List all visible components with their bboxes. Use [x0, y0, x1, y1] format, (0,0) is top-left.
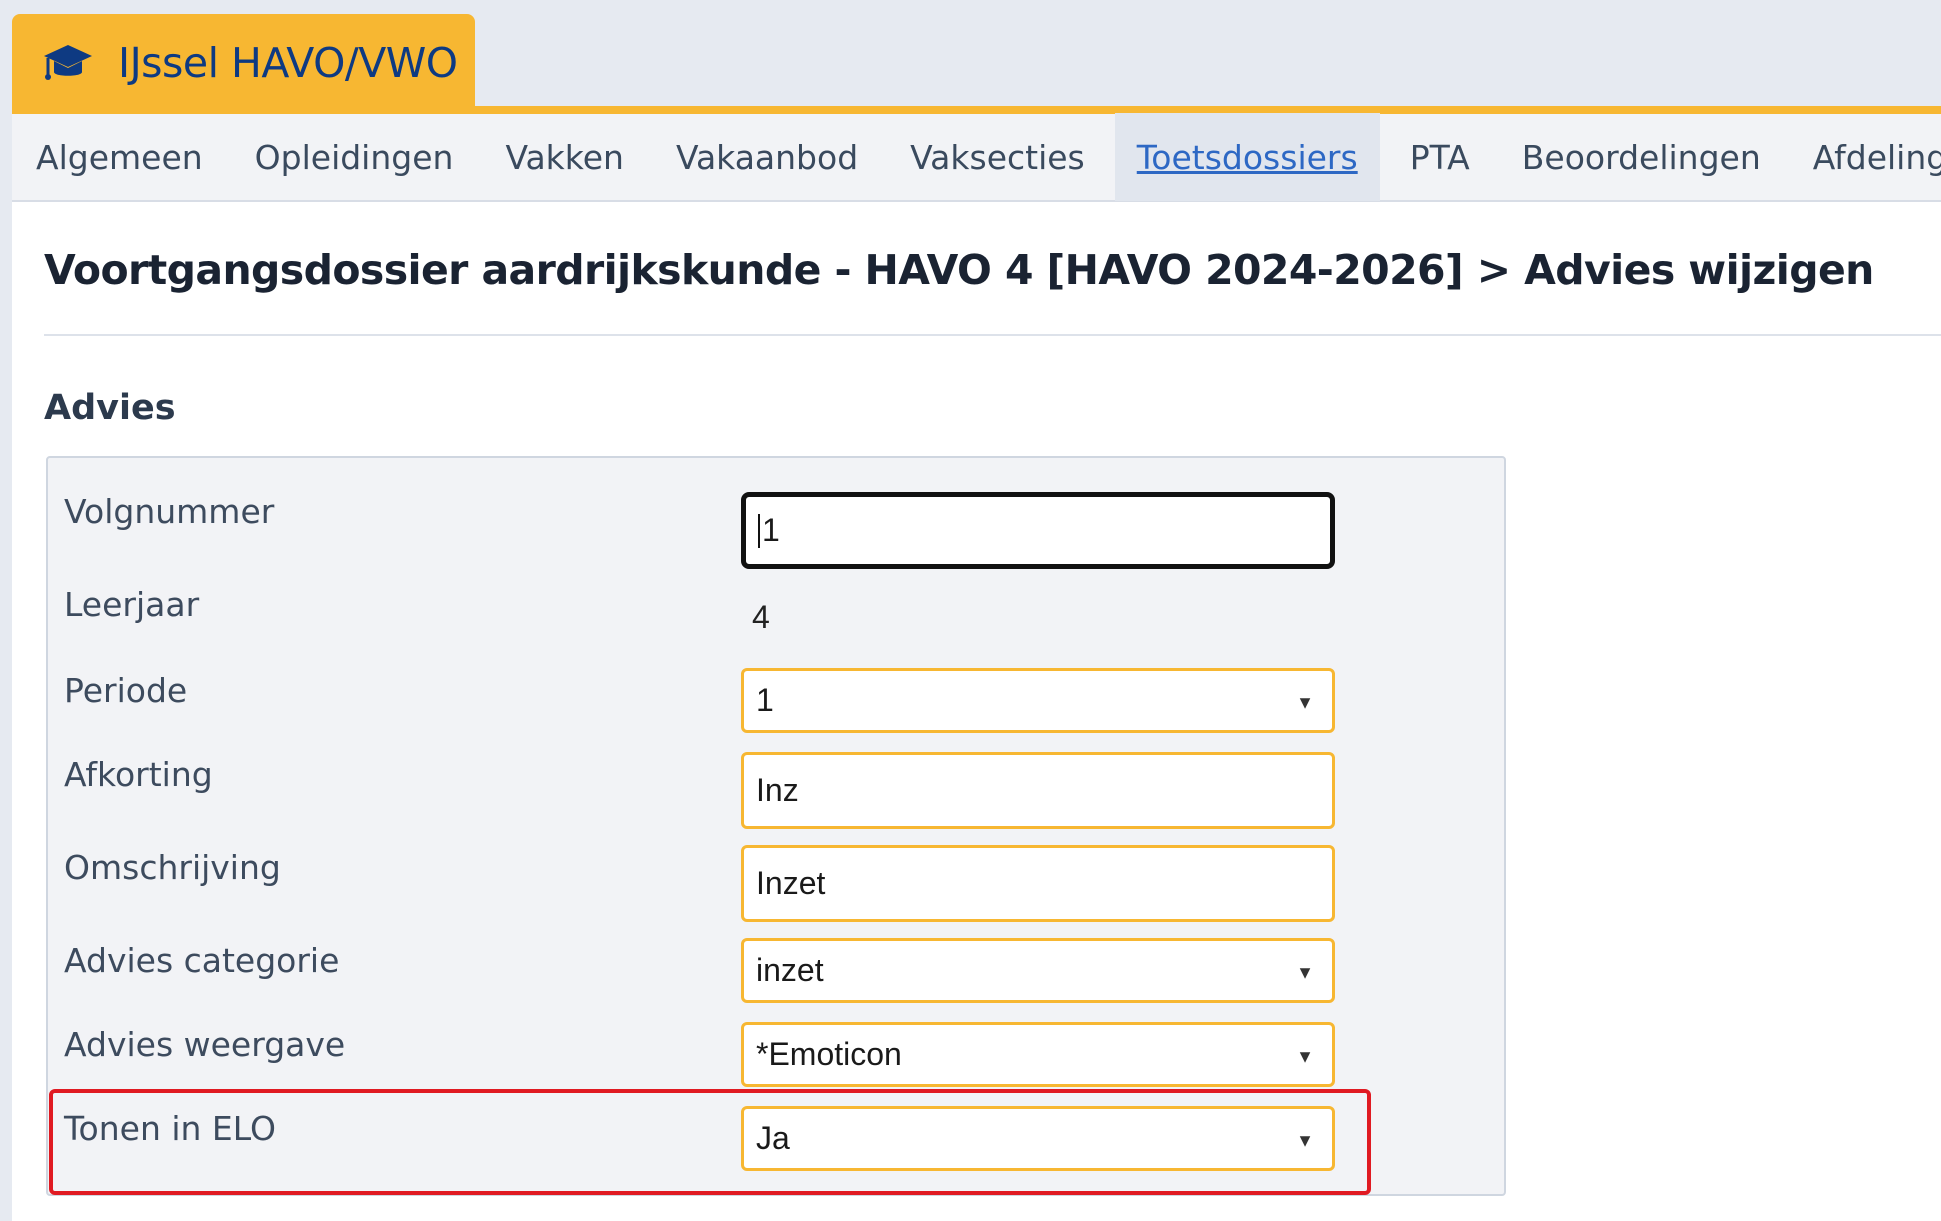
- advies-weergave-label: Advies weergave: [64, 1025, 346, 1064]
- nav-item-pta[interactable]: PTA: [1410, 113, 1470, 201]
- advies-weergave-value: *Emoticon: [756, 1036, 902, 1072]
- periode-value: 1: [756, 682, 774, 718]
- nav-item-opleidingen[interactable]: Opleidingen: [255, 113, 454, 201]
- leerjaar-value: 4: [752, 599, 770, 635]
- nav-item-afdelingen[interactable]: Afdelingen: [1813, 113, 1941, 201]
- text-caret: [758, 513, 760, 548]
- section-title: Advies: [44, 388, 176, 428]
- volgnummer-label: Volgnummer: [64, 492, 275, 531]
- omschrijving-value: Inzet: [756, 865, 826, 901]
- advies-weergave-select[interactable]: *Emoticon ▼: [741, 1022, 1335, 1087]
- volgnummer-input[interactable]: 1: [741, 492, 1335, 569]
- volgnummer-value: 1: [762, 512, 780, 548]
- nav-item-vakaanbod[interactable]: Vakaanbod: [676, 113, 858, 201]
- afkorting-label: Afkorting: [64, 755, 213, 794]
- page-title: Voortgangsdossier aardrijkskunde - HAVO …: [44, 246, 1874, 294]
- leerjaar-label: Leerjaar: [64, 585, 200, 624]
- periode-select[interactable]: 1 ▼: [741, 668, 1335, 733]
- app-brand-tab[interactable]: IJssel HAVO/VWO: [12, 14, 475, 112]
- app-title: IJssel HAVO/VWO: [118, 39, 458, 87]
- nav-item-algemeen[interactable]: Algemeen: [36, 113, 203, 201]
- nav-item-vakken[interactable]: Vakken: [505, 113, 624, 201]
- advies-categorie-label: Advies categorie: [64, 941, 340, 980]
- graduation-cap-icon: [42, 41, 94, 85]
- dropdown-arrow-icon: ▼: [1296, 962, 1314, 983]
- advies-categorie-value: inzet: [756, 952, 824, 988]
- nav-item-toetsdossiers[interactable]: Toetsdossiers: [1114, 113, 1380, 201]
- title-divider: [44, 334, 1941, 336]
- annotation-highlight-box: [49, 1089, 1371, 1195]
- dropdown-arrow-icon: ▼: [1296, 1046, 1314, 1067]
- nav-item-beoordelingen[interactable]: Beoordelingen: [1522, 113, 1761, 201]
- periode-label: Periode: [64, 671, 188, 710]
- omschrijving-label: Omschrijving: [64, 848, 281, 887]
- omschrijving-input[interactable]: Inzet: [741, 845, 1335, 922]
- nav-item-vaksecties[interactable]: Vaksecties: [910, 113, 1085, 201]
- afkorting-input[interactable]: Inz: [741, 752, 1335, 829]
- advies-categorie-select[interactable]: inzet ▼: [741, 938, 1335, 1003]
- main-nav: Algemeen Opleidingen Vakken Vakaanbod Va…: [12, 113, 1941, 202]
- afkorting-value: Inz: [756, 772, 799, 808]
- dropdown-arrow-icon: ▼: [1296, 692, 1314, 713]
